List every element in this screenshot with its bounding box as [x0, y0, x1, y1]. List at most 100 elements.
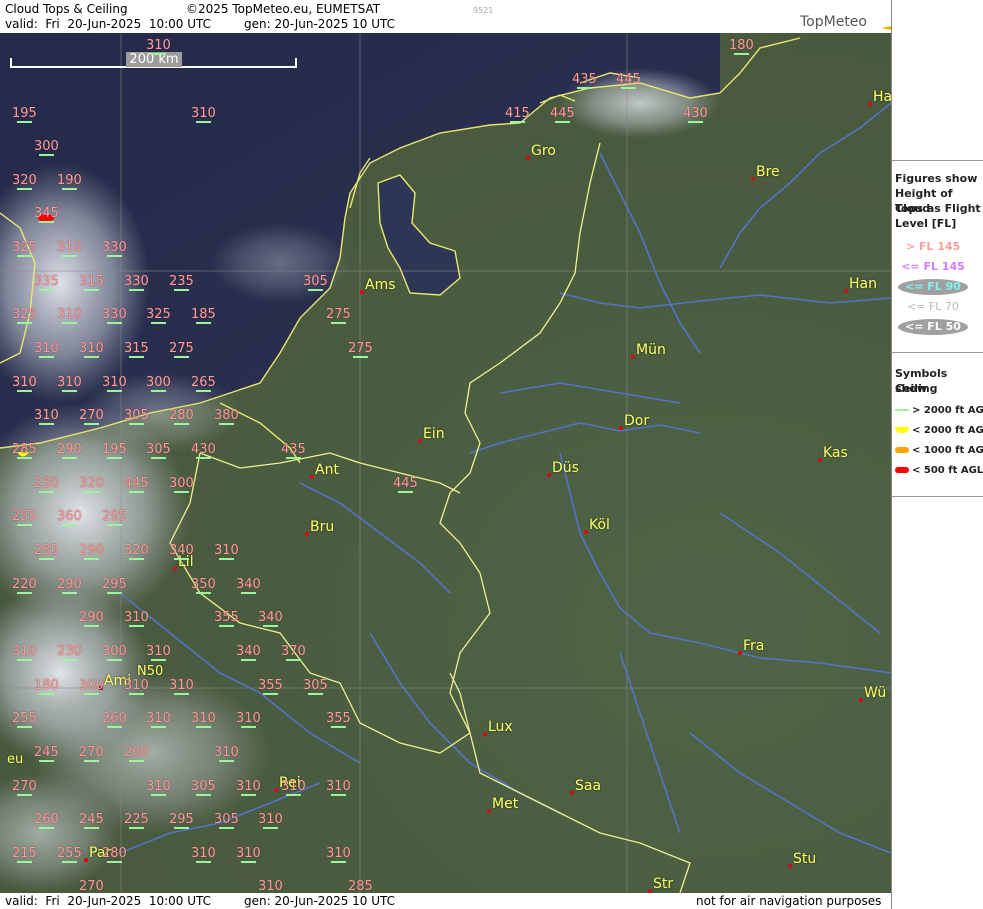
- ceiling-line-icon: [262, 693, 278, 695]
- cloud-top-label: 310: [326, 780, 351, 796]
- cloud-top-value: 310: [214, 745, 239, 760]
- cloud-top-value: 315: [124, 341, 149, 356]
- city-label: Mün: [636, 342, 666, 358]
- cloud-top-label: 195: [12, 107, 37, 123]
- ceiling-line-icon: [285, 794, 301, 796]
- cloud-top-value: 340: [258, 610, 283, 625]
- ceiling-line-icon: [218, 558, 234, 560]
- legend-fl-le-145: <= FL 145: [901, 260, 965, 273]
- ceiling-line-icon: [106, 659, 122, 661]
- cloud-top-value: 340: [236, 577, 261, 592]
- ceiling-line-icon: [218, 827, 234, 829]
- city-label: Str: [653, 876, 674, 892]
- city-marker: [487, 809, 491, 813]
- ceiling-line-icon: [218, 760, 234, 762]
- ceiling-line-icon: [620, 87, 636, 89]
- ceiling-line-icon: [16, 726, 32, 728]
- cloud-top-value: 230: [57, 644, 82, 659]
- cloud-top-value: 310: [57, 375, 82, 390]
- city-label: Saa: [575, 778, 602, 794]
- cloud-top-value: 305: [146, 442, 171, 457]
- cloud-top-value: 270: [12, 779, 37, 794]
- cloud-top-value: 325: [12, 240, 37, 255]
- ceiling-line-icon: [83, 289, 99, 291]
- map-annotation: eu: [7, 752, 24, 767]
- cloud-top-value: 435: [281, 442, 306, 457]
- ceiling-line-icon: [61, 592, 77, 594]
- cloud-top-value: 320: [79, 476, 104, 491]
- ceiling-line-icon: [83, 625, 99, 627]
- cloud-top-value: 325: [12, 307, 37, 322]
- city-marker: [305, 532, 309, 536]
- cloud-top-value: 430: [191, 442, 216, 457]
- cloud-top-label: 310: [214, 746, 239, 762]
- cloud-top-value: 310: [102, 375, 127, 390]
- legend-divider: [892, 352, 983, 353]
- city-label: Han: [849, 276, 877, 292]
- cloud-top-label: 300: [79, 679, 104, 695]
- cloud-top-value: 295: [169, 812, 194, 827]
- cloud-top-label: 270: [79, 746, 104, 762]
- cloud-top-value: 310: [146, 711, 171, 726]
- legend-ceiling-below-2000-label: < 2000 ft AGL: [912, 425, 983, 436]
- ceiling-line-icon: [240, 592, 256, 594]
- map-code: 9521: [473, 6, 494, 15]
- cloud-top-label: 310: [326, 847, 351, 863]
- ceiling-line-icon: [106, 592, 122, 594]
- cloud-top-label: 445: [616, 73, 641, 89]
- ceiling-line-icon: [150, 794, 166, 796]
- cloud-top-value: 300: [79, 678, 104, 693]
- map-annotation: N50: [137, 664, 164, 679]
- ceiling-line-icon: [61, 524, 77, 526]
- ceiling-line-icon: [16, 861, 32, 863]
- city-marker: [173, 567, 177, 571]
- cloud-top-label: 275: [169, 342, 194, 358]
- city-marker: [868, 102, 872, 106]
- city-marker: [584, 530, 588, 534]
- ceiling-line-icon: [61, 188, 77, 190]
- cloud-top-label: 320: [79, 477, 104, 493]
- ceiling-line-icon: [38, 760, 54, 762]
- city-label: Ha: [873, 89, 891, 105]
- generated-time: gen: 20-Jun-2025 10 UTC: [244, 17, 396, 31]
- ceiling-line-icon: [128, 625, 144, 627]
- cloud-top-value: 360: [57, 509, 82, 524]
- cloud-top-value: 295: [102, 577, 127, 592]
- cloud-top-label: 445: [550, 107, 575, 123]
- city-marker: [818, 458, 822, 462]
- cloud-top-value: 255: [57, 846, 82, 861]
- cloud-top-label: 290: [57, 578, 82, 594]
- cloud-top-label: 310: [102, 376, 127, 392]
- ceiling-line-icon: [173, 289, 189, 291]
- cloud-top-label: 305: [124, 409, 149, 425]
- cloud-top-value: 310: [79, 341, 104, 356]
- ceiling-line-icon: [61, 861, 77, 863]
- cloud-top-value: 355: [214, 610, 239, 625]
- cloud-top-label: 370: [281, 645, 306, 661]
- ceiling-line-icon: [150, 390, 166, 392]
- legend-divider: [892, 496, 983, 497]
- ceiling-line-icon: [150, 53, 166, 55]
- cloud-top-value: 290: [79, 543, 104, 558]
- cloud-top-label: 330: [124, 275, 149, 291]
- satellite-map[interactable]: 200 km Gro Bre Ams Han Mün Dor Ein Kas Ant Düs Bru…: [0, 33, 891, 893]
- cloud-top-value: 300: [102, 644, 127, 659]
- cloud-top-label: 230: [34, 477, 59, 493]
- cloud-top-value: 305: [214, 812, 239, 827]
- cloud-top-value: 310: [236, 711, 261, 726]
- cloud-top-value: 415: [505, 106, 530, 121]
- city-marker: [84, 858, 88, 862]
- cloud-top-value: 245: [79, 812, 104, 827]
- cloud-top-value: 310: [214, 543, 239, 558]
- cloud-top-value: 290: [79, 610, 104, 625]
- cloud-top-label: 340: [236, 578, 261, 594]
- cloud-top-value: 310: [34, 341, 59, 356]
- legend-fl-le-90: <= FL 90: [898, 279, 968, 295]
- cloud-top-label: 185: [191, 308, 216, 324]
- cloud-top-value: 435: [572, 72, 597, 87]
- cloud-top-value: 330: [124, 274, 149, 289]
- legend-ceiling-below-2000: < 2000 ft AGL: [895, 425, 983, 437]
- cloud-top-value: 310: [57, 240, 82, 255]
- city-marker: [631, 355, 635, 359]
- cloud-top-value: 310: [12, 375, 37, 390]
